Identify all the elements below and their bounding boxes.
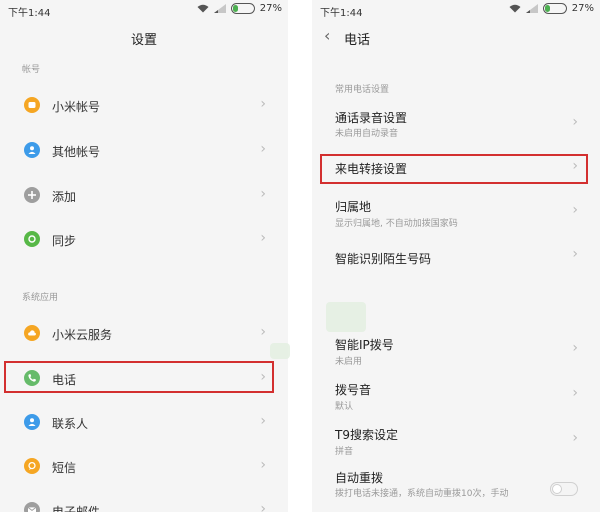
- call-recording-settings[interactable]: 通话录音设置 未启用自动录音 ›: [312, 102, 600, 146]
- settings-item-label: 小米云服务: [52, 328, 113, 342]
- blur-artifact: [270, 343, 290, 359]
- message-icon: [24, 458, 40, 474]
- item-subtitle: 默认: [335, 402, 354, 412]
- settings-item-email[interactable]: 电子邮件 ›: [0, 487, 288, 512]
- mi-account-icon: [24, 97, 40, 113]
- item-label: 通话录音设置: [335, 111, 408, 125]
- smart-ip-dialing[interactable]: 智能IP拨号 未启用 ›: [312, 330, 600, 374]
- item-label: 智能IP拨号: [335, 338, 394, 352]
- settings-item-label: 添加: [52, 190, 77, 204]
- item-subtitle: 拼音: [335, 447, 354, 457]
- person-icon: [24, 142, 40, 158]
- chevron-right-icon: ›: [260, 186, 266, 202]
- chevron-right-icon: ›: [260, 230, 266, 246]
- signal-icon: [213, 4, 226, 13]
- chevron-right-icon: ›: [260, 141, 266, 157]
- battery-percent: 27%: [571, 3, 594, 14]
- settings-item-contacts[interactable]: 联系人 ›: [0, 399, 288, 443]
- highlight-box-phone: [4, 361, 274, 393]
- page-title: 电话: [344, 33, 371, 48]
- settings-item-label: 联系人: [52, 417, 89, 431]
- signal-icon: [525, 4, 538, 13]
- settings-item-add[interactable]: 添加 ›: [0, 172, 288, 216]
- item-label: 自动重拨: [335, 471, 384, 485]
- plus-icon: [24, 187, 40, 203]
- battery-percent: 27%: [259, 3, 282, 14]
- settings-item-label: 电子邮件: [52, 505, 101, 512]
- chevron-right-icon: ›: [260, 501, 266, 512]
- chevron-right-icon: ›: [572, 385, 578, 401]
- caller-location[interactable]: 归属地 显示归属地, 不自动加拨国家码 ›: [312, 192, 600, 236]
- item-subtitle: 未启用: [335, 357, 363, 367]
- settings-item-label: 同步: [52, 234, 77, 248]
- section-header-account: 帐号: [22, 65, 41, 75]
- item-subtitle: 拨打电话未接通，系统自动重拨10次，手动: [335, 489, 509, 499]
- section-header-system-apps: 系统应用: [22, 293, 59, 303]
- chevron-right-icon: ›: [572, 202, 578, 218]
- wifi-icon: [197, 4, 209, 13]
- status-time: 下午1:44: [8, 8, 51, 19]
- smart-unknown-number-recognition[interactable]: 智能识别陌生号码 ›: [312, 240, 600, 284]
- back-arrow-icon[interactable]: ‹: [324, 26, 330, 45]
- settings-item-mi-account[interactable]: 小米帐号 ›: [0, 82, 288, 126]
- auto-redial-toggle[interactable]: [550, 482, 578, 496]
- sync-icon: [24, 231, 40, 247]
- contacts-icon: [24, 414, 40, 430]
- chevron-right-icon: ›: [572, 340, 578, 356]
- highlight-box-call-forwarding: [320, 154, 588, 184]
- item-label: 拨号音: [335, 383, 372, 397]
- item-subtitle: 显示归属地, 不自动加拨国家码: [335, 219, 458, 229]
- blur-artifact: [326, 302, 366, 332]
- phone-settings-screen: 下午1:44 27% ‹ 电话 常用电话设置 通话录音设置 未启用自动录音 › …: [312, 0, 600, 512]
- chevron-right-icon: ›: [572, 246, 578, 262]
- title-bar: 设置: [0, 20, 288, 52]
- status-bar: 下午1:44 27%: [312, 0, 600, 20]
- chevron-right-icon: ›: [572, 430, 578, 446]
- toggle-knob: [552, 484, 562, 494]
- wifi-icon: [509, 4, 521, 13]
- settings-item-other-accounts[interactable]: 其他帐号 ›: [0, 127, 288, 171]
- auto-redial[interactable]: 自动重拨 拨打电话未接通，系统自动重拨10次，手动: [312, 464, 600, 508]
- section-header-common-call: 常用电话设置: [335, 85, 390, 95]
- item-label: T9搜索设定: [335, 428, 398, 442]
- status-time: 下午1:44: [320, 8, 363, 19]
- title-bar: ‹ 电话: [312, 20, 600, 52]
- chevron-right-icon: ›: [260, 324, 266, 340]
- item-subtitle: 未启用自动录音: [335, 129, 399, 139]
- dial-tone[interactable]: 拨号音 默认 ›: [312, 375, 600, 419]
- battery-icon: [230, 3, 255, 14]
- settings-screen: 下午1:44 27% 设置 帐号 小米帐号 › 其他帐号 › 添加 › 同步 ›…: [0, 0, 288, 512]
- settings-item-messages[interactable]: 短信 ›: [0, 443, 288, 487]
- chevron-right-icon: ›: [260, 413, 266, 429]
- t9-search-settings[interactable]: T9搜索设定 拼音 ›: [312, 420, 600, 464]
- settings-item-label: 其他帐号: [52, 145, 101, 159]
- settings-item-label: 短信: [52, 461, 77, 475]
- settings-item-sync[interactable]: 同步 ›: [0, 216, 288, 260]
- status-bar: 下午1:44 27%: [0, 0, 288, 20]
- settings-item-mi-cloud[interactable]: 小米云服务 ›: [0, 310, 288, 354]
- item-label: 智能识别陌生号码: [335, 252, 432, 266]
- battery-icon: [542, 3, 567, 14]
- mail-icon: [24, 502, 40, 512]
- page-title: 设置: [130, 33, 157, 48]
- chevron-right-icon: ›: [260, 96, 266, 112]
- settings-item-label: 小米帐号: [52, 100, 101, 114]
- chevron-right-icon: ›: [260, 457, 266, 473]
- item-label: 归属地: [335, 200, 372, 214]
- cloud-icon: [24, 325, 40, 341]
- chevron-right-icon: ›: [572, 114, 578, 130]
